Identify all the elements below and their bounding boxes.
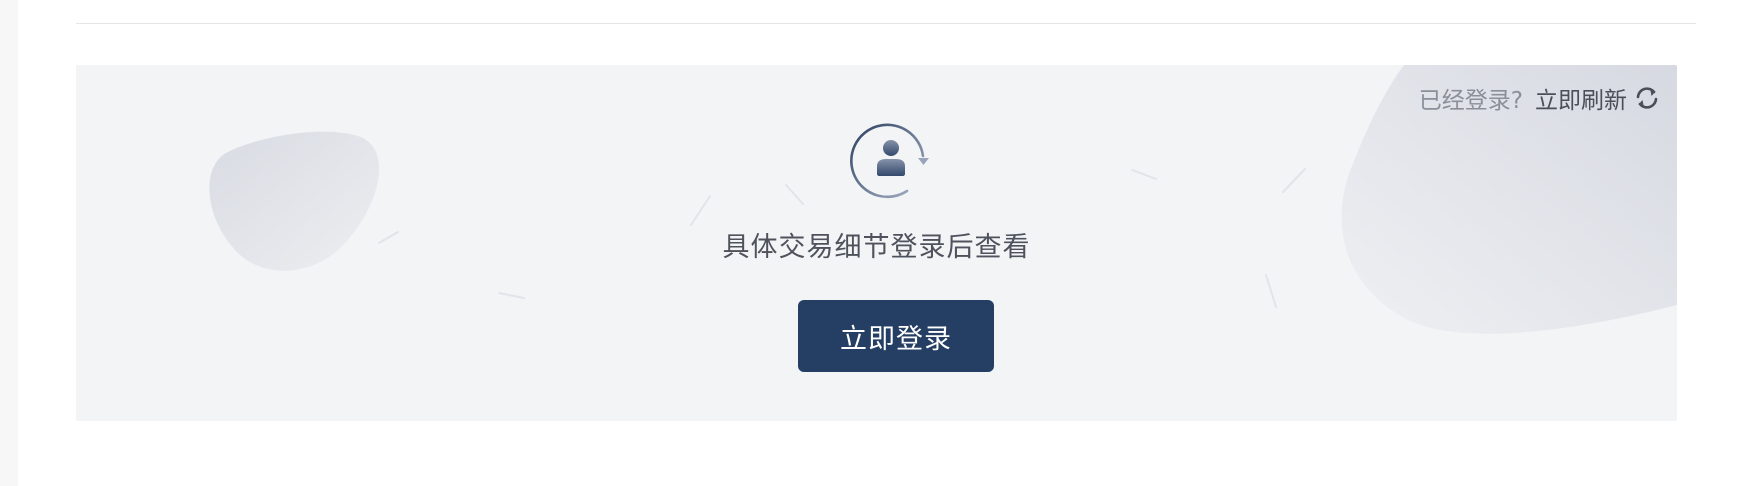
login-required-message: 具体交易细节登录后查看 (722, 232, 1031, 263)
login-button[interactable]: 立即登录 (798, 300, 994, 372)
already-logged-in-text: 已经登录? (1418, 88, 1523, 114)
top-divider (76, 23, 1696, 24)
refresh-row: 已经登录? 立即刷新 (1419, 81, 1661, 115)
content-panel: 已经登录? 立即刷新 具体交易细节登录后查看 立即登录 (18, 0, 1740, 486)
refresh-link[interactable]: 立即刷新 (1535, 81, 1661, 115)
user-refresh-icon (850, 123, 929, 199)
refresh-label: 立即刷新 (1535, 88, 1627, 114)
refresh-icon (1636, 87, 1658, 109)
page: 已经登录? 立即刷新 具体交易细节登录后查看 立即登录 (0, 0, 1740, 486)
login-prompt-card: 已经登录? 立即刷新 具体交易细节登录后查看 立即登录 (76, 65, 1677, 421)
